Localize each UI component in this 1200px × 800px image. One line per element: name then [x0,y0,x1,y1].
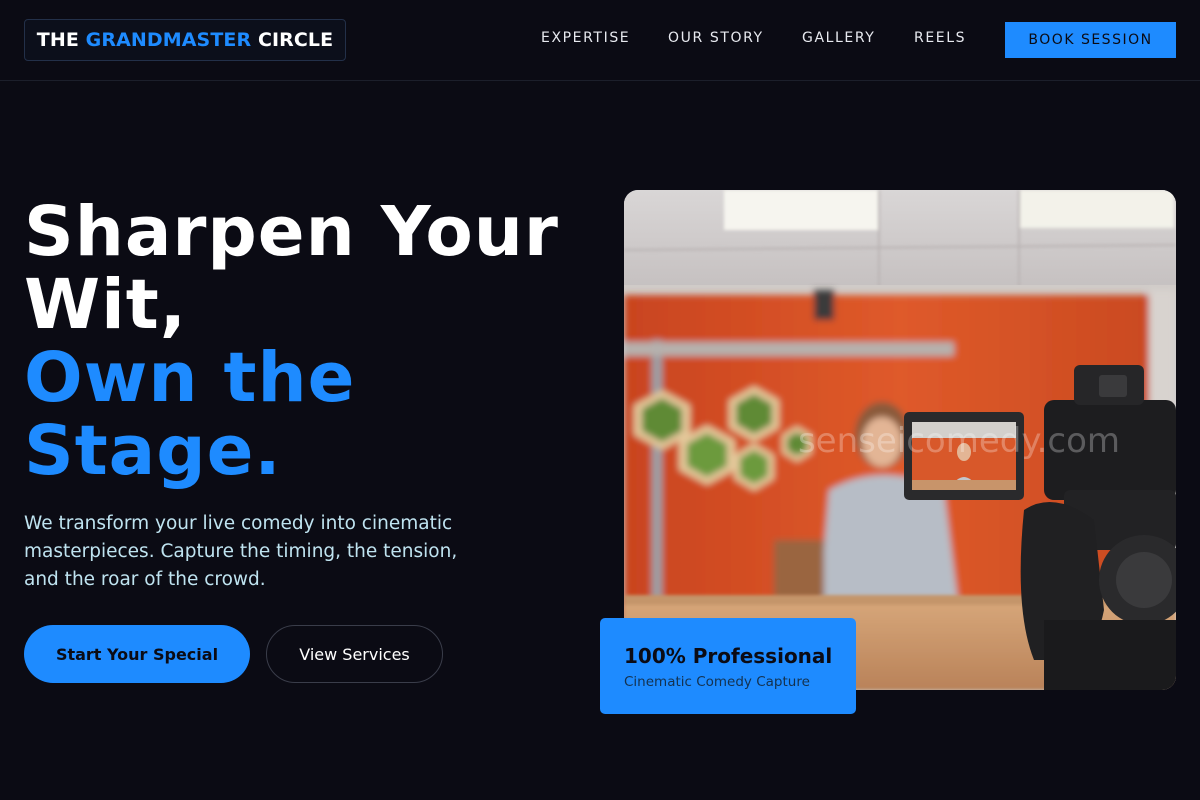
book-session-button[interactable]: BOOK SESSION [1005,22,1176,58]
hero-subtitle: We transform your live comedy into cinem… [24,513,458,590]
badge-subtitle: Cinematic Comedy Capture [624,674,810,690]
logo-part-circle: CIRCLE [257,29,334,51]
nav-link-reels[interactable]: REELS [914,30,966,46]
badge-title: 100% Professional [624,644,833,668]
top-nav: THE GRANDMASTER CIRCLE EXPERTISE OUR STO… [0,0,1200,81]
logo-part-grandmaster: GRANDMASTER [85,29,252,51]
watermark-text: senseicomedy.com [798,421,1120,461]
headline-line-1: Sharpen Your [24,192,559,272]
headline-accent-line-2: Stage. [24,411,282,491]
hero-headline: Sharpen Your Wit, Own the Stage. [24,196,604,488]
nav-link-our-story[interactable]: OUR STORY [668,30,764,46]
nav-link-gallery[interactable]: GALLERY [802,30,875,46]
logo-part-the: THE [36,29,79,51]
nav-link-expertise[interactable]: EXPERTISE [541,30,630,46]
hero-image-illustration: senseicomedy.com [624,190,1176,690]
hero-image: senseicomedy.com [624,190,1176,690]
start-your-special-button[interactable]: Start Your Special [24,625,250,683]
view-services-button[interactable]: View Services [266,625,443,683]
headline-accent-line-1: Own the [24,338,356,418]
headline-line-2: Wit, [24,265,187,345]
logo[interactable]: THE GRANDMASTER CIRCLE [24,19,346,61]
professional-badge: 100% Professional Cinematic Comedy Captu… [600,618,856,714]
